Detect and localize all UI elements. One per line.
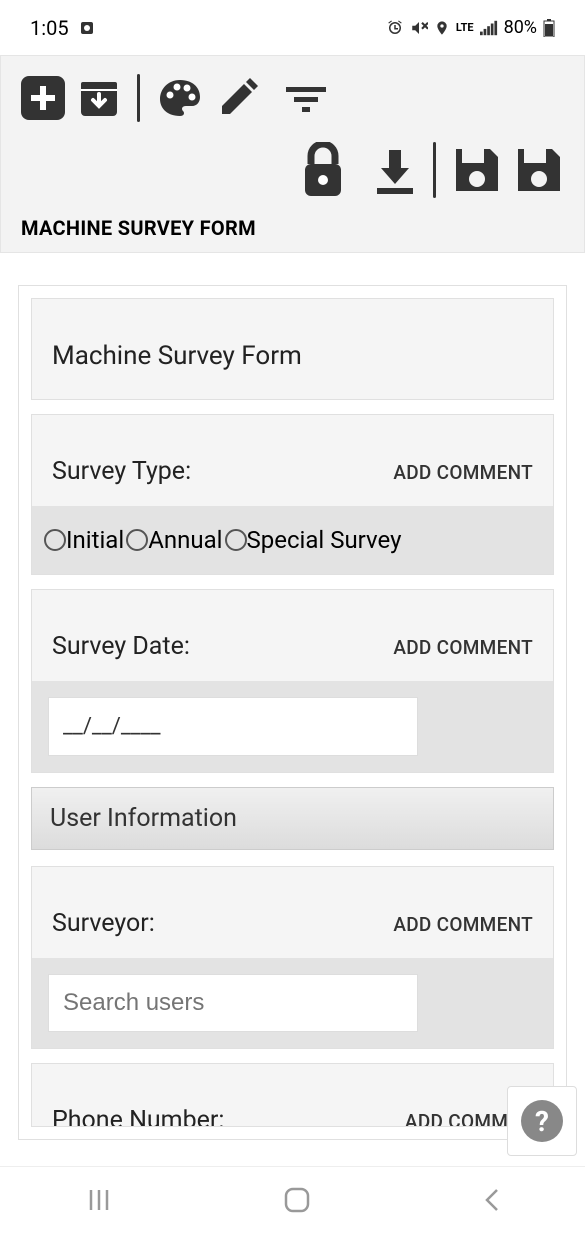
radio-label: Annual [148, 526, 222, 554]
surveyor-label: Surveyor: [52, 909, 155, 938]
user-info-section-header: User Information [31, 787, 554, 850]
form-title: Machine Survey Form [52, 341, 533, 371]
battery-icon [543, 19, 555, 37]
survey-date-card: Survey Date: ADD COMMENT __/__/____ [31, 589, 554, 773]
save-icon[interactable] [452, 145, 502, 195]
header-toolbar: MACHINE SURVEY FORM [0, 55, 585, 253]
add-comment-button[interactable]: ADD COMMENT [393, 461, 533, 484]
radio-special[interactable]: Special Survey [225, 526, 402, 554]
signal-icon [480, 20, 498, 36]
back-button[interactable] [481, 1186, 501, 1218]
survey-type-card: Survey Type: ADD COMMENT Initial Annual … [31, 414, 554, 575]
surveyor-card: Surveyor: ADD COMMENT [31, 866, 554, 1049]
radio-icon [126, 529, 148, 551]
add-icon[interactable] [21, 76, 65, 120]
lock-icon[interactable] [299, 142, 347, 198]
radio-icon [44, 529, 66, 551]
radio-annual[interactable]: Annual [126, 526, 222, 554]
radio-label: Special Survey [247, 526, 402, 554]
status-clock-icon [79, 20, 95, 36]
header-title: MACHINE SURVEY FORM [21, 216, 564, 240]
download-icon[interactable] [373, 146, 417, 194]
mute-icon [410, 19, 428, 37]
lte-label: LTE [456, 21, 474, 34]
surveyor-search-input[interactable] [48, 974, 418, 1032]
form-container: Machine Survey Form Survey Type: ADD COM… [18, 285, 567, 1140]
add-comment-button[interactable]: ADD COMMENT [393, 913, 533, 936]
edit-icon[interactable] [216, 76, 260, 120]
nav-bar [0, 1166, 585, 1236]
phone-card: Phone Number: ADD COMMEN [31, 1063, 554, 1127]
survey-type-options: Initial Annual Special Survey [32, 506, 553, 574]
palette-icon[interactable] [156, 74, 204, 122]
home-button[interactable] [282, 1185, 312, 1219]
status-time: 1:05 [30, 16, 69, 40]
alarm-icon [386, 19, 404, 37]
help-button[interactable]: ? [507, 1086, 577, 1156]
toolbar-divider [137, 74, 140, 122]
radio-initial[interactable]: Initial [44, 526, 124, 554]
radio-icon [225, 529, 247, 551]
survey-type-label: Survey Type: [52, 457, 191, 486]
toolbar-divider [433, 142, 436, 198]
battery-percent: 80% [504, 17, 537, 38]
survey-date-label: Survey Date: [52, 632, 190, 661]
download-archive-icon[interactable] [77, 76, 121, 120]
help-icon: ? [521, 1100, 563, 1142]
form-title-card: Machine Survey Form [31, 298, 554, 400]
phone-label: Phone Number: [52, 1106, 224, 1127]
location-icon [434, 19, 450, 37]
survey-date-input[interactable]: __/__/____ [48, 697, 418, 756]
recent-apps-button[interactable] [85, 1186, 113, 1218]
filter-icon[interactable] [282, 83, 330, 113]
add-comment-button[interactable]: ADD COMMENT [393, 636, 533, 659]
status-bar: 1:05 LTE 80% [0, 0, 585, 55]
radio-label: Initial [66, 526, 124, 554]
save-alt-icon[interactable] [514, 145, 564, 195]
